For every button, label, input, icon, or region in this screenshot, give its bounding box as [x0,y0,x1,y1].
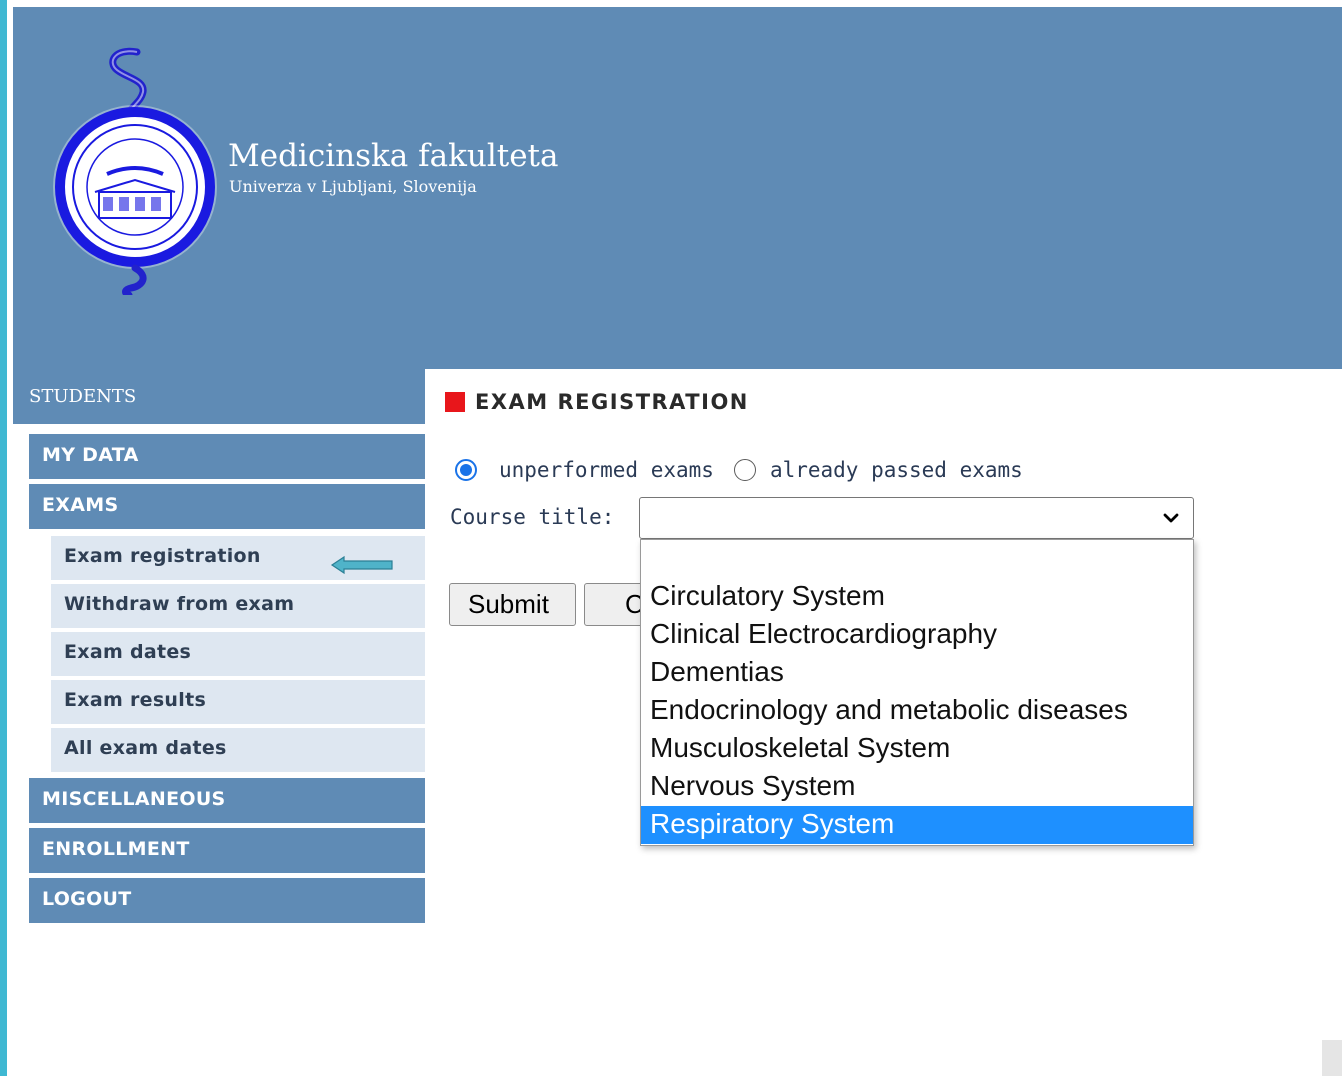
submit-button-label: Submit [468,589,549,619]
sidebar-section-label: STUDENTS [29,386,137,407]
sidebar-item-my-data[interactable]: MY DATA [29,434,425,479]
radio-label-unperformed: unperformed exams [499,458,714,482]
course-dropdown-list: Circulatory System Clinical Electrocardi… [640,539,1194,846]
radio-already-passed-exams[interactable] [733,459,756,481]
submit-button[interactable]: Submit [449,583,576,626]
sidebar-subitem-withdraw-from-exam[interactable]: Withdraw from exam [51,584,425,628]
sidebar-subitem-exam-results[interactable]: Exam results [51,680,425,724]
radio-unperformed-exams[interactable] [455,459,477,481]
university-name: Univerza v Ljubljani, Slovenija [229,177,477,196]
page-title: EXAM REGISTRATION [445,390,749,414]
option-label: Nervous System [650,770,856,801]
scroll-corner [1322,1040,1342,1076]
sidebar-item-label: ENROLLMENT [42,838,190,860]
dropdown-option[interactable]: Circulatory System [641,578,1193,616]
option-label: Respiratory System [650,808,895,839]
sidebar-subitem-label: Exam registration [64,545,261,567]
chevron-down-icon [1163,513,1179,523]
faculty-logo-icon[interactable] [45,40,225,295]
title-marker-icon [445,392,465,412]
sidebar-item-label: EXAMS [42,494,119,516]
sidebar-item-exams[interactable]: EXAMS [29,484,425,529]
option-label: Endocrinology and metabolic diseases [650,694,1128,725]
arrow-left-icon [330,555,393,575]
radio-label-passed: already passed exams [769,458,1023,482]
sidebar-subitem-label: Exam results [64,689,207,711]
sidebar-subitem-exam-dates[interactable]: Exam dates [51,632,425,676]
sidebar-subitem-label: All exam dates [64,737,227,759]
sidebar-subitem-label: Exam dates [64,641,192,663]
top-edge [7,0,1342,7]
page-title-text: EXAM REGISTRATION [475,390,749,414]
sidebar-section-header: STUDENTS [13,369,425,424]
sidebar-subitem-all-exam-dates[interactable]: All exam dates [51,728,425,772]
exam-filter-radio-group: unperformed exams already passed exams [455,458,1023,482]
option-label: Clinical Electrocardiography [650,618,998,649]
sidebar-item-enrollment[interactable]: ENROLLMENT [29,828,425,873]
dropdown-option[interactable]: Clinical Electrocardiography [641,616,1193,654]
dropdown-option-highlighted[interactable]: Respiratory System [641,806,1193,844]
left-border-stripe [0,0,7,1076]
faculty-name: Medicinska fakulteta [228,138,559,174]
sidebar-item-label: MISCELLANEOUS [42,788,226,810]
sidebar-item-miscellaneous[interactable]: MISCELLANEOUS [29,778,425,823]
course-title-label: Course title: [450,505,615,529]
sidebar-item-label: LOGOUT [42,888,132,910]
option-label: Circulatory System [650,580,885,611]
dropdown-option[interactable]: Endocrinology and metabolic diseases [641,692,1193,730]
dropdown-option-empty[interactable] [641,540,1193,578]
sidebar-item-logout[interactable]: LOGOUT [29,878,425,923]
dropdown-option[interactable]: Musculoskeletal System [641,730,1193,768]
option-label: Dementias [650,656,784,687]
sidebar-subitem-label: Withdraw from exam [64,593,295,615]
dropdown-option[interactable]: Dementias [641,654,1193,692]
course-title-select[interactable] [639,497,1194,539]
option-label: Musculoskeletal System [650,732,951,763]
sidebar-item-label: MY DATA [42,444,139,466]
dropdown-option[interactable]: Nervous System [641,768,1193,806]
